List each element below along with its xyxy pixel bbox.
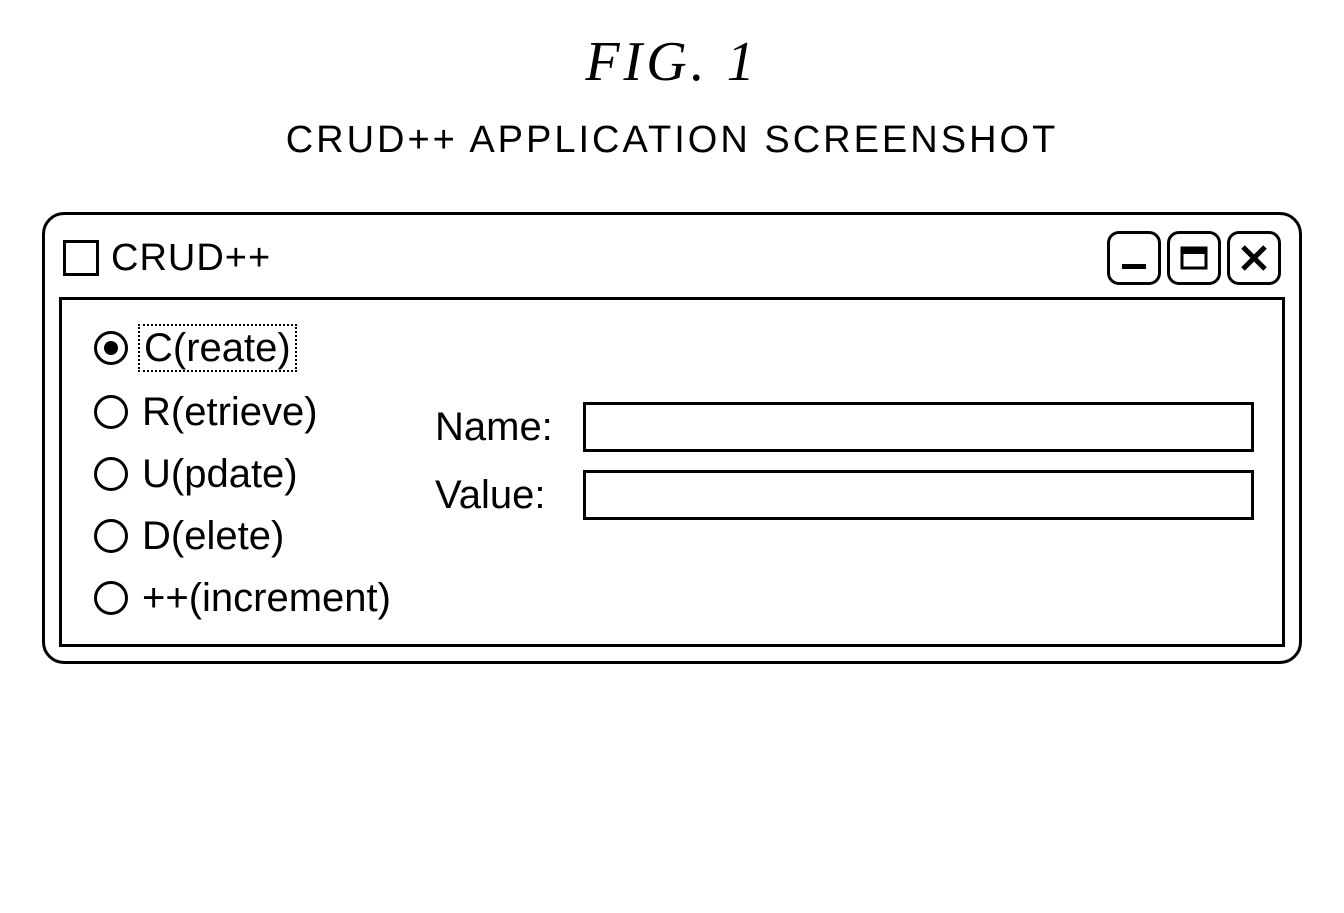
value-row: Value:: [435, 470, 1254, 520]
radio-dot-icon: [104, 341, 118, 355]
value-input[interactable]: [583, 470, 1254, 520]
minimize-icon: [1118, 242, 1150, 274]
radio-icon: [94, 331, 128, 365]
minimize-button[interactable]: [1107, 231, 1161, 285]
app-title: CRUD++: [111, 237, 271, 280]
radio-icon: [94, 395, 128, 429]
radio-label: ++(increment): [138, 576, 395, 620]
radio-icon: [94, 519, 128, 553]
radio-label: C(reate): [138, 324, 297, 372]
radio-option-4[interactable]: ++(increment): [94, 576, 395, 620]
radio-option-1[interactable]: R(etrieve): [94, 390, 395, 434]
close-button[interactable]: [1227, 231, 1281, 285]
radio-icon: [94, 457, 128, 491]
name-row: Name:: [435, 402, 1254, 452]
value-label: Value:: [435, 473, 565, 518]
radio-option-0[interactable]: C(reate): [94, 324, 395, 372]
operation-radio-group: C(reate) R(etrieve) U(pdate) D(elete) ++(inc…: [94, 324, 395, 620]
titlebar: CRUD++: [59, 227, 1285, 297]
name-label: Name:: [435, 405, 565, 450]
radio-label: D(elete): [138, 514, 288, 558]
radio-option-3[interactable]: D(elete): [94, 514, 395, 558]
maximize-button[interactable]: [1167, 231, 1221, 285]
form-area: Name: Value:: [435, 402, 1254, 520]
radio-label: U(pdate): [138, 452, 302, 496]
app-window: CRUD++ C(reate)R(etriev: [42, 212, 1302, 664]
window-controls: [1107, 231, 1281, 285]
client-area: C(reate) R(etrieve) U(pdate) D(elete) ++(inc…: [59, 297, 1285, 647]
close-icon: [1238, 242, 1270, 274]
figure-title: FIG. 1: [585, 30, 758, 94]
figure-caption: CRUD++ APPLICATION SCREENSHOT: [286, 119, 1059, 162]
app-icon: [63, 240, 99, 276]
radio-icon: [94, 581, 128, 615]
radio-option-2[interactable]: U(pdate): [94, 452, 395, 496]
radio-label: R(etrieve): [138, 390, 322, 434]
titlebar-left: CRUD++: [63, 237, 271, 280]
maximize-icon: [1178, 242, 1210, 274]
name-input[interactable]: [583, 402, 1254, 452]
